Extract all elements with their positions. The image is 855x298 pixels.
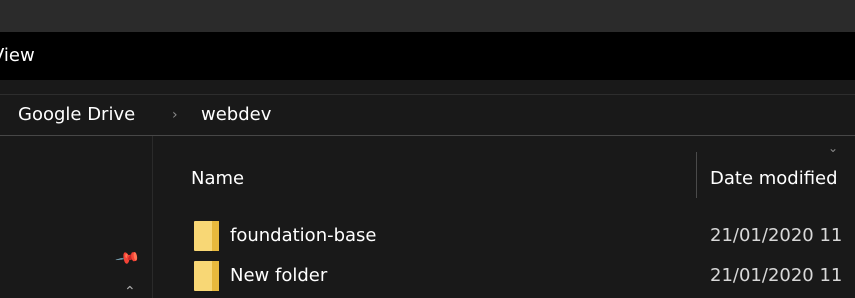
title-bar <box>0 0 855 32</box>
breadcrumb-webdev[interactable]: webdev <box>201 103 271 127</box>
folder-icon <box>194 221 219 251</box>
address-bar[interactable]: Google Drive › webdev <box>0 94 855 136</box>
menu-view[interactable]: View <box>0 44 35 68</box>
column-header-name[interactable]: Name <box>191 167 244 191</box>
pin-icon[interactable]: ⌃ <box>124 285 136 298</box>
file-name[interactable]: New folder <box>230 264 327 288</box>
column-header-date-modified[interactable]: Date modified <box>710 167 838 191</box>
file-date-modified: 21/01/2020 11 <box>710 225 843 246</box>
chevron-down-icon[interactable]: ⌄ <box>828 142 842 154</box>
file-name[interactable]: foundation-base <box>230 224 377 248</box>
file-explorer-window: View Google Drive › webdev 📌 ⌃ ⌄ Name Da… <box>0 0 855 298</box>
breadcrumb-separator-icon[interactable]: › <box>172 103 178 127</box>
list-item[interactable]: New folder 21/01/2020 11 <box>153 258 855 294</box>
column-divider[interactable] <box>696 152 697 198</box>
breadcrumb-google-drive[interactable]: Google Drive <box>18 103 135 127</box>
navigation-pane <box>0 136 153 298</box>
folder-icon <box>194 261 219 291</box>
file-date-modified: 21/01/2020 11 <box>710 265 843 286</box>
ribbon-menu-bar <box>0 32 855 80</box>
list-item[interactable]: foundation-base 21/01/2020 11 <box>153 218 855 254</box>
